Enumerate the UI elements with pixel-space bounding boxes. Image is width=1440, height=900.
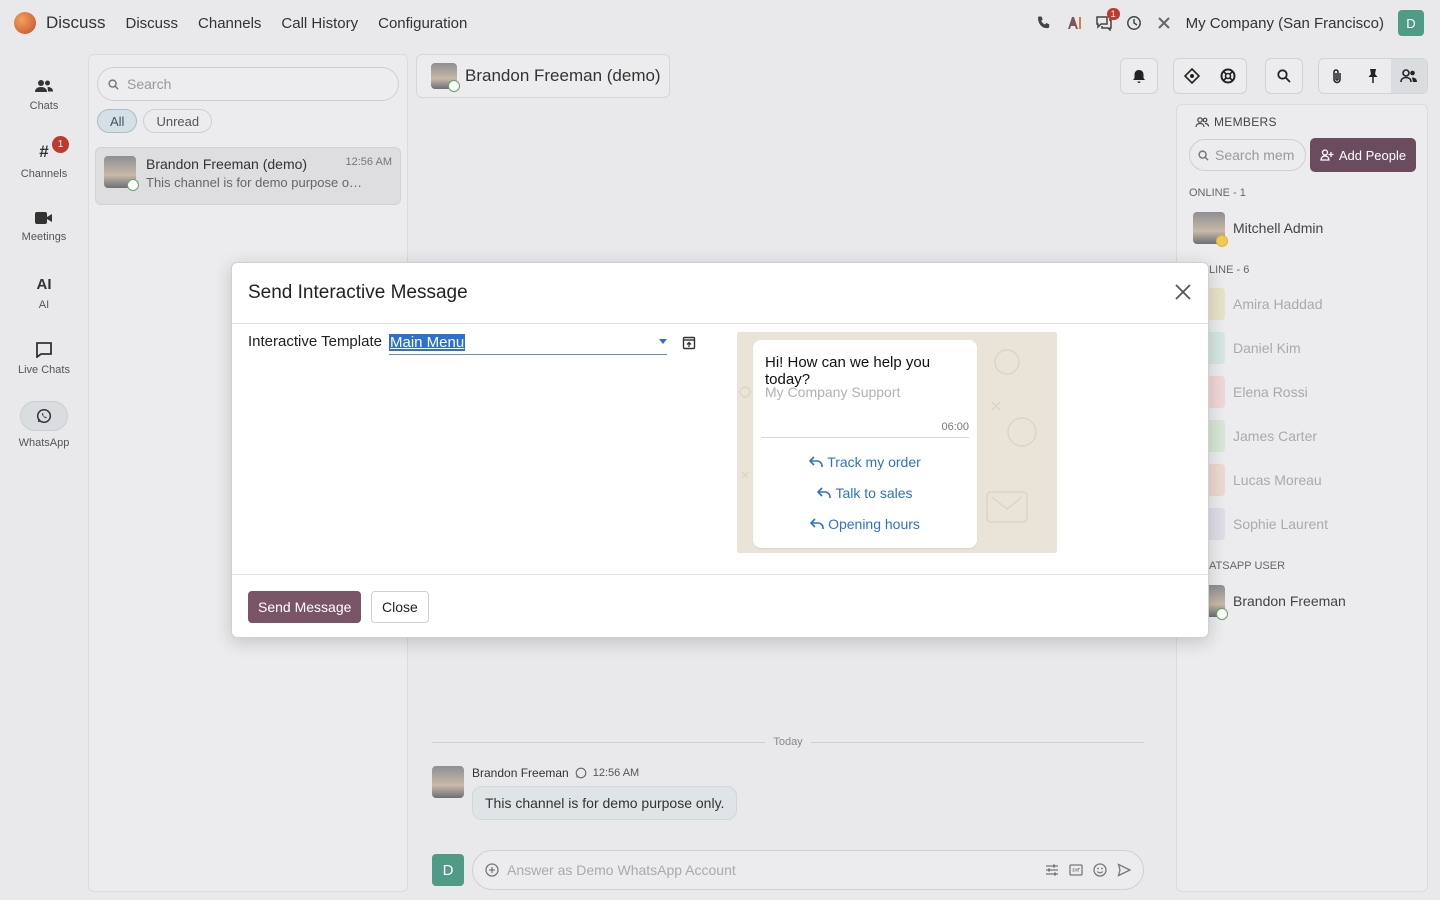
interactive-template-label: Interactive Template (248, 333, 382, 350)
preview-reply-label: Track my order (827, 454, 921, 470)
preview-reply-label: Opening hours (828, 516, 920, 532)
modal-header: Send Interactive Message (232, 263, 1208, 324)
chevron-down-icon[interactable] (659, 339, 667, 344)
template-value: Main Menu (389, 334, 466, 351)
reply-arrow-icon (810, 518, 824, 530)
send-interactive-message-dialog: Send Interactive Message Interactive Tem… (231, 262, 1209, 638)
close-icon[interactable] (1172, 281, 1194, 303)
preview-time: 06:00 (941, 421, 969, 433)
preview-footer-text: My Company Support (765, 384, 901, 400)
preview-reply-label: Talk to sales (835, 485, 913, 501)
send-message-button[interactable]: Send Message (248, 591, 362, 623)
modal-footer: Send Message Close (232, 574, 1208, 638)
whatsapp-preview: Hi! How can we help you today? My Compan… (737, 332, 1057, 553)
external-link-icon[interactable] (682, 336, 696, 350)
reply-arrow-icon (817, 487, 832, 499)
preview-message-bubble: Hi! How can we help you today? My Compan… (753, 340, 977, 548)
reply-arrow-icon (809, 456, 823, 468)
close-button[interactable]: Close (371, 591, 429, 623)
modal-title: Send Interactive Message (248, 282, 468, 303)
preview-divider (761, 437, 969, 438)
preview-reply-button: Talk to sales (753, 485, 977, 501)
preview-reply-button: Opening hours (753, 516, 977, 532)
preview-body-text: Hi! How can we help you today? (765, 354, 931, 388)
preview-reply-button: Track my order (753, 454, 977, 470)
interactive-template-select[interactable]: Main Menu (389, 331, 667, 355)
